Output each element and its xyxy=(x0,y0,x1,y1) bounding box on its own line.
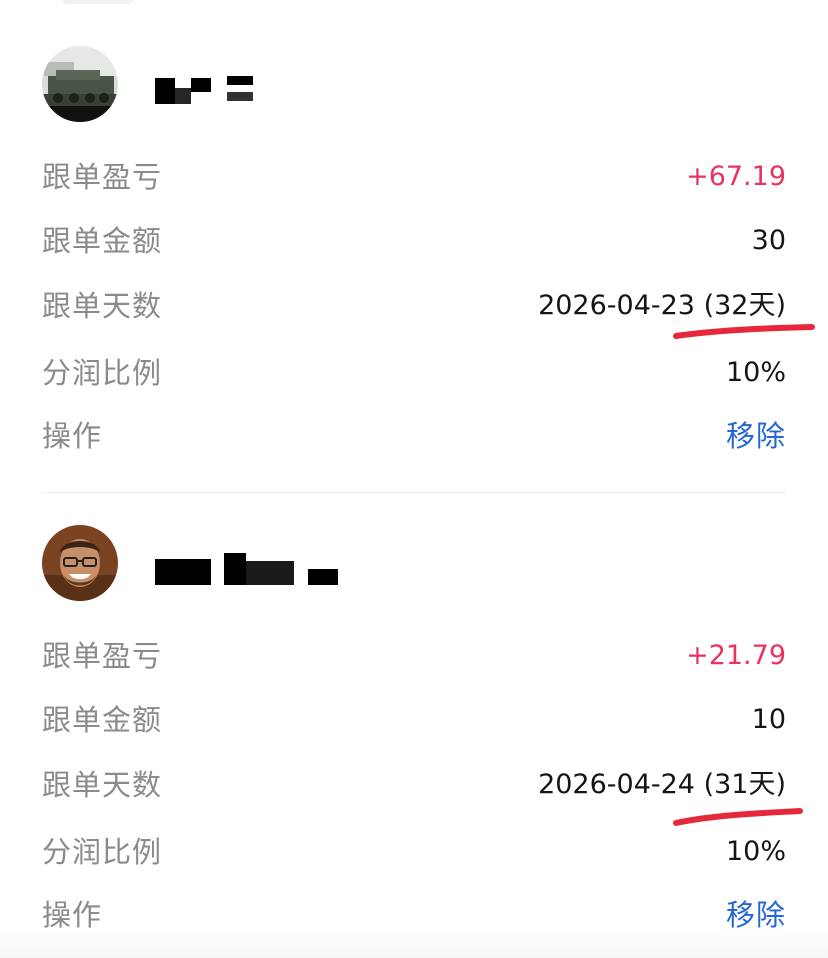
copy-amount-row: 跟单金额 30 xyxy=(42,219,786,263)
profit-share-value: 10% xyxy=(725,836,786,867)
action-row: 操作 移除 xyxy=(42,414,786,458)
profit-loss-value: +67.19 xyxy=(686,161,786,192)
profit-share-value: 10% xyxy=(725,357,786,388)
copy-days-row: 跟单天数 2026-04-24 (31天) xyxy=(42,763,786,807)
military-vehicle-photo-icon xyxy=(42,46,118,122)
username-redacted xyxy=(150,551,350,585)
copy-amount-row: 跟单金额 10 xyxy=(42,698,786,742)
profit-share-row: 分润比例 10% xyxy=(42,351,786,395)
previous-card-edge xyxy=(62,0,134,4)
copy-days-row: 跟单天数 2026-04-23 (32天) xyxy=(42,284,786,328)
profit-loss-label: 跟单盈亏 xyxy=(42,639,163,673)
profit-loss-label: 跟单盈亏 xyxy=(42,160,163,194)
copy-amount-label: 跟单金额 xyxy=(42,703,163,737)
copy-amount-label: 跟单金额 xyxy=(42,224,163,258)
copy-amount-value: 10 xyxy=(751,704,786,735)
username-redacted xyxy=(150,72,260,106)
remove-button[interactable]: 移除 xyxy=(726,414,786,458)
profit-loss-row: 跟单盈亏 +21.79 xyxy=(42,634,786,678)
action-label: 操作 xyxy=(42,419,103,453)
card-divider xyxy=(42,492,786,493)
profit-loss-row: 跟单盈亏 +67.19 xyxy=(42,155,786,199)
avatar[interactable] xyxy=(42,46,118,122)
bottom-edge-fade xyxy=(0,930,828,958)
copy-days-label: 跟单天数 xyxy=(42,289,163,323)
profit-share-label: 分润比例 xyxy=(42,356,163,390)
copy-days-value: 2026-04-24 (31天) xyxy=(538,769,786,800)
profit-share-label: 分润比例 xyxy=(42,835,163,869)
copy-days-value: 2026-04-23 (32天) xyxy=(538,290,786,321)
copy-days-label: 跟单天数 xyxy=(42,768,163,802)
smiling-man-photo-icon xyxy=(42,525,118,601)
copy-amount-value: 30 xyxy=(751,225,786,256)
avatar[interactable] xyxy=(42,525,118,601)
profit-share-row: 分润比例 10% xyxy=(42,830,786,874)
profit-loss-value: +21.79 xyxy=(686,640,786,671)
